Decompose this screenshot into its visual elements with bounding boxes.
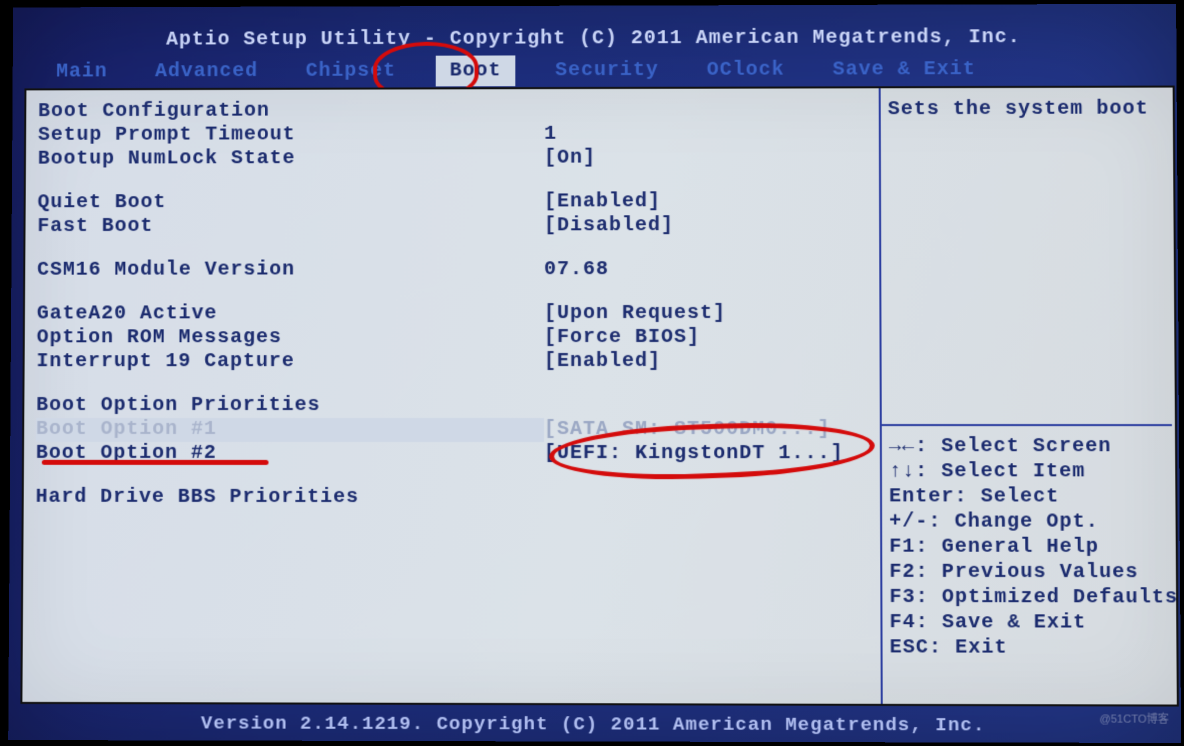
key-f1: F1: General Help xyxy=(889,535,1172,560)
item-bootup-numlock[interactable]: Bootup NumLock State xyxy=(38,147,544,172)
item-setup-prompt-timeout[interactable]: Setup Prompt Timeout xyxy=(38,123,544,148)
value-csm16: 07.68 xyxy=(544,258,869,282)
help-divider xyxy=(880,424,1172,426)
key-change-opt: +/-: Change Opt. xyxy=(889,509,1171,534)
key-legend: →←: Select Screen ↑↓: Select Item Enter:… xyxy=(889,434,1173,661)
tab-main[interactable]: Main xyxy=(48,58,115,85)
bios-screen: Aptio Setup Utility - Copyright (C) 2011… xyxy=(8,4,1181,743)
key-f4: F4: Save & Exit xyxy=(889,610,1172,636)
tab-advanced[interactable]: Advanced xyxy=(147,58,266,85)
help-panel: Sets the system boot xyxy=(888,98,1161,123)
bios-tab-bar: Main Advanced Chipset Boot Security OClo… xyxy=(48,52,1164,89)
item-boot-option-1[interactable]: Boot Option #1 xyxy=(36,418,544,442)
section-boot-configuration: Boot Configuration xyxy=(38,99,544,124)
value-quiet-boot[interactable]: [Enabled] xyxy=(544,190,869,214)
vertical-divider xyxy=(879,88,883,704)
bios-frame: Boot Configuration Setup Prompt Timeout … xyxy=(20,86,1178,707)
item-gatea20[interactable]: GateA20 Active xyxy=(37,302,544,326)
key-f3: F3: Optimized Defaults xyxy=(889,585,1172,611)
item-quiet-boot[interactable]: Quiet Boot xyxy=(37,191,544,216)
tab-save-exit[interactable]: Save & Exit xyxy=(825,56,984,83)
value-fast-boot[interactable]: [Disabled] xyxy=(544,214,869,238)
value-gatea20[interactable]: [Upon Request] xyxy=(544,302,869,326)
item-csm16: CSM16 Module Version xyxy=(37,258,544,282)
tab-oclock[interactable]: OClock xyxy=(699,56,793,83)
value-setup-prompt-timeout[interactable]: 1 xyxy=(544,122,869,147)
key-select-screen: →←: Select Screen xyxy=(889,434,1171,459)
value-bootup-numlock[interactable]: [On] xyxy=(544,146,869,171)
help-text: Sets the system boot xyxy=(888,98,1161,123)
annotation-underline-boot-option-1 xyxy=(42,460,269,465)
value-option-rom[interactable]: [Force BIOS] xyxy=(544,326,869,350)
key-select-item: ↑↓: Select Item xyxy=(889,459,1171,484)
tab-security[interactable]: Security xyxy=(547,57,667,84)
section-boot-priorities: Boot Option Priorities xyxy=(36,394,544,418)
item-interrupt19[interactable]: Interrupt 19 Capture xyxy=(36,350,544,374)
item-fast-boot[interactable]: Fast Boot xyxy=(37,214,544,239)
item-hdd-bbs-priorities[interactable]: Hard Drive BBS Priorities xyxy=(36,486,544,510)
key-enter: Enter: Select xyxy=(889,484,1171,509)
key-esc: ESC: Exit xyxy=(890,635,1173,661)
item-option-rom[interactable]: Option ROM Messages xyxy=(37,326,544,350)
bios-title: Aptio Setup Utility - Copyright (C) 2011… xyxy=(13,26,1177,52)
key-f2: F2: Previous Values xyxy=(889,560,1172,586)
watermark: @51CTO博客 xyxy=(1099,710,1168,726)
value-interrupt19[interactable]: [Enabled] xyxy=(544,350,870,374)
bios-footer: Version 2.14.1219. Copyright (C) 2011 Am… xyxy=(8,712,1181,737)
